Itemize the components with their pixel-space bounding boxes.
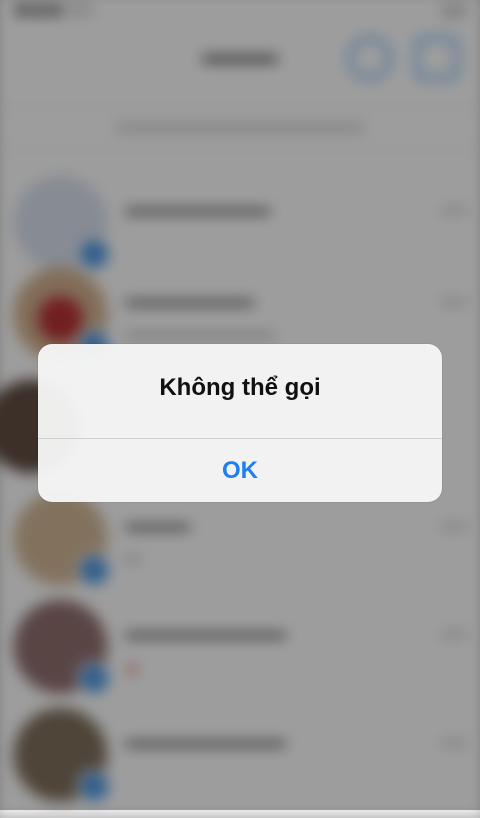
ok-button[interactable]: OK [38, 439, 442, 502]
alert-dialog: Không thể gọi OK [38, 344, 442, 502]
alert-title: Không thể gọi [159, 374, 321, 401]
